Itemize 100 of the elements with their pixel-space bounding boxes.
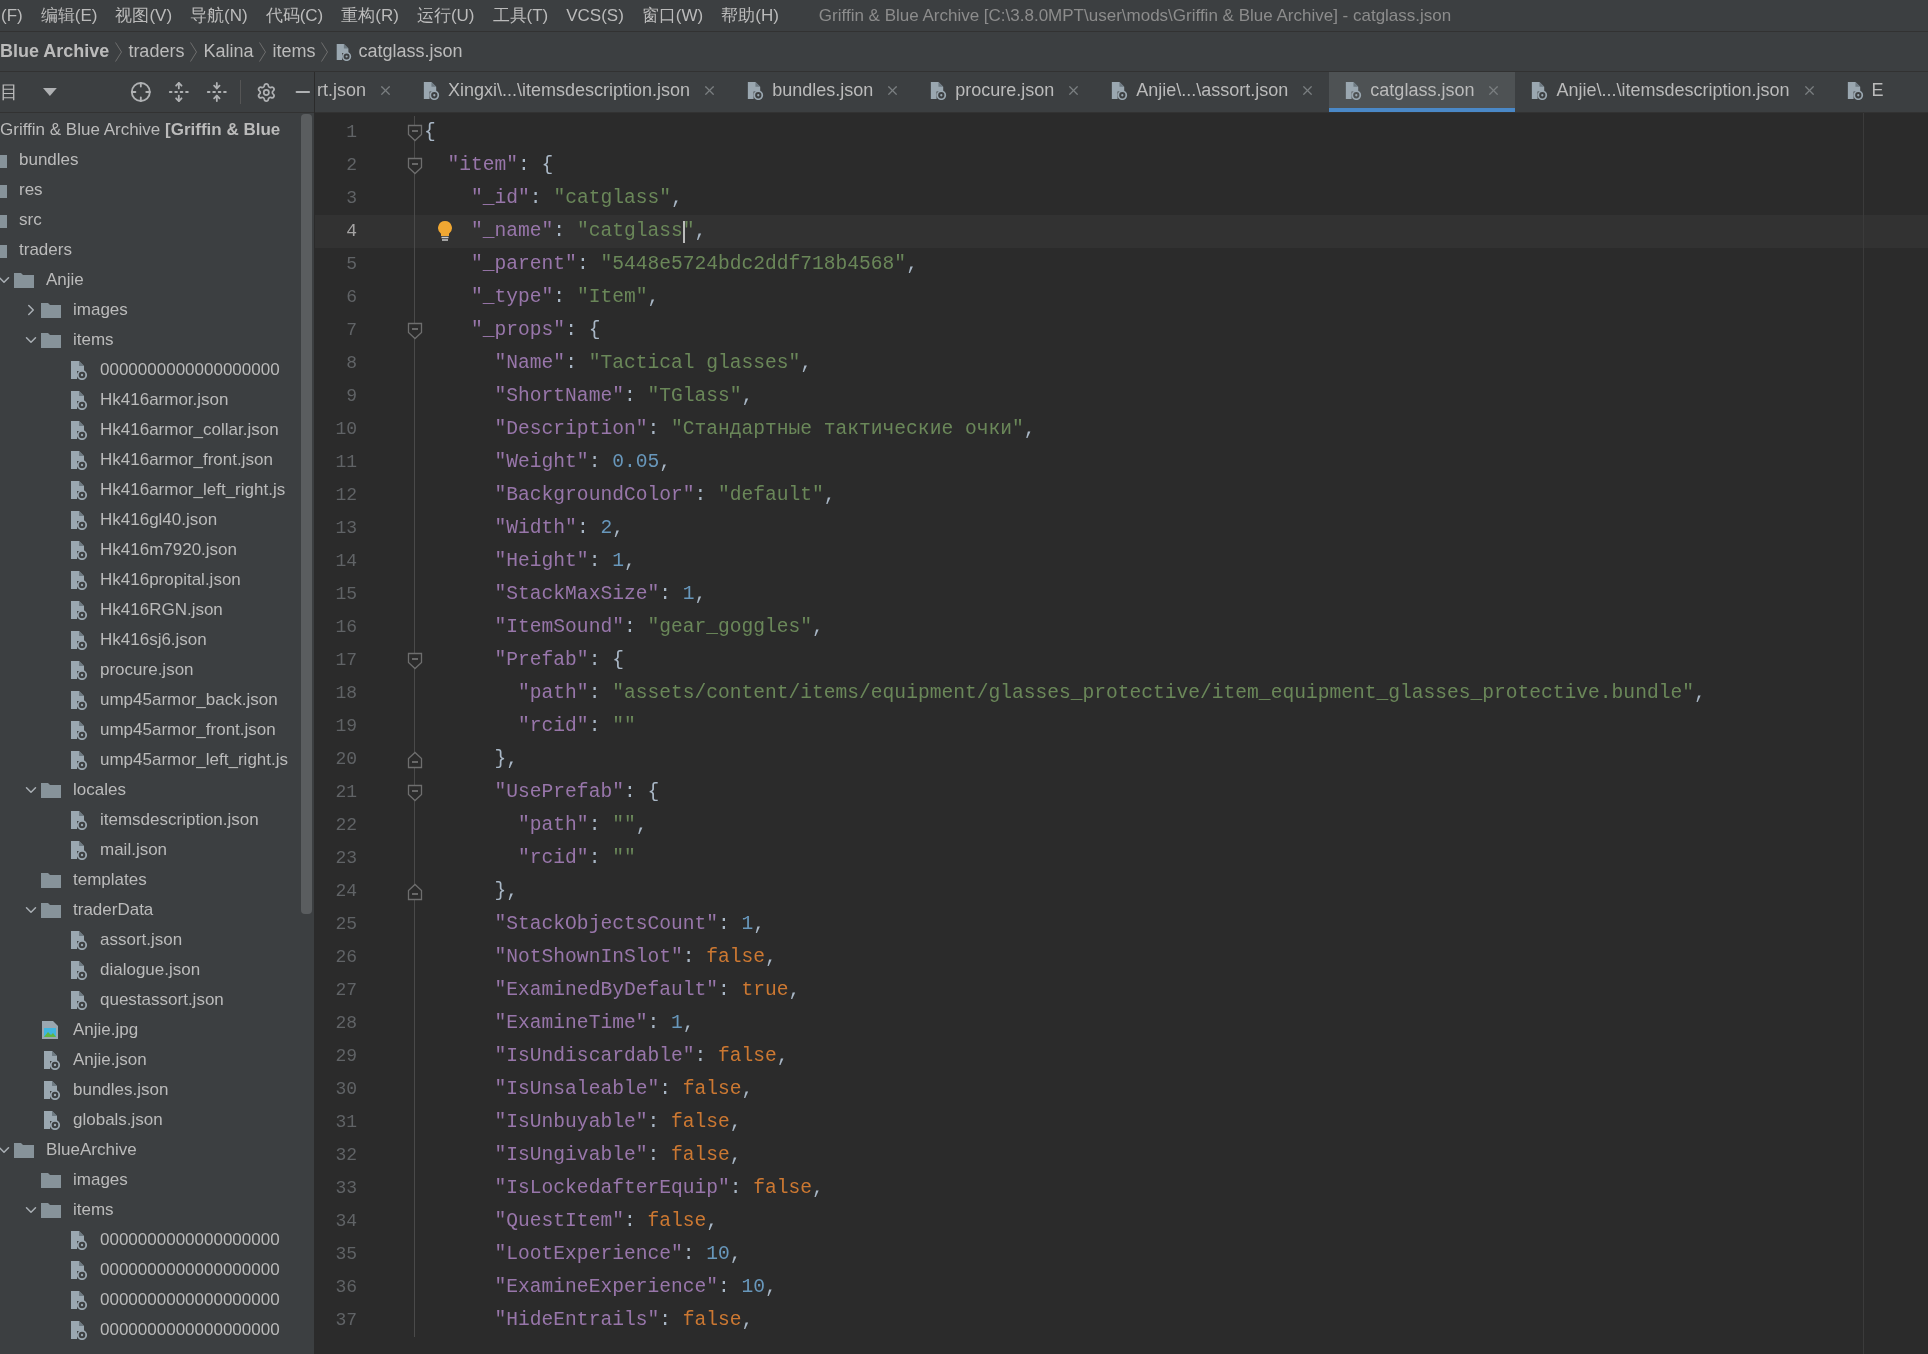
- file-name[interactable]: procure.json: [94, 657, 194, 683]
- file-name[interactable]: 0000000000000000000: [94, 357, 280, 383]
- file-name[interactable]: Anjie.jpg: [67, 1017, 139, 1043]
- file-icon: [68, 930, 88, 950]
- code-line: "ExaminedByDefault": true,: [494, 977, 801, 1003]
- folder-name[interactable]: images: [67, 297, 128, 323]
- file-icon: [68, 600, 88, 620]
- fold-marker-icon[interactable]: [407, 882, 423, 901]
- code-line: "StackMaxSize": 1,: [494, 581, 707, 607]
- folder-name[interactable]: src: [13, 207, 42, 233]
- breadcrumb-item[interactable]: catglass.json: [358, 38, 463, 65]
- folder-name[interactable]: BlueArchive: [40, 1137, 137, 1163]
- file-name[interactable]: Anjie.json: [67, 1047, 147, 1073]
- editor-tab[interactable]: rt.json: [315, 72, 408, 112]
- file-name[interactable]: Hk416armor_left_right.js: [94, 477, 286, 503]
- folder-name[interactable]: locales: [67, 777, 126, 803]
- fold-marker-icon[interactable]: [407, 750, 423, 769]
- editor-tab[interactable]: catglass.json: [1329, 72, 1516, 112]
- breadcrumb-item[interactable]: traders: [128, 38, 185, 65]
- file-name[interactable]: Hk416sj6.json: [94, 627, 207, 653]
- project-name[interactable]: Griffin & Blue Archive [Griffin & Blue: [0, 117, 281, 143]
- line-number: 8: [345, 352, 357, 375]
- editor-tab[interactable]: bundles.json: [731, 72, 915, 112]
- editor-tab[interactable]: Anjie\...\itemsdescription.json: [1515, 72, 1831, 112]
- file-icon: [41, 1110, 61, 1130]
- file-name[interactable]: Hk416propital.json: [94, 567, 241, 593]
- folder-name[interactable]: items: [67, 1197, 114, 1223]
- file-icon: [68, 690, 88, 710]
- editor-tab[interactable]: Xingxi\...\itemsdescription.json: [407, 72, 732, 112]
- panel-title[interactable]: 目: [0, 78, 18, 106]
- menu-item[interactable]: (F): [1, 2, 23, 29]
- file-name[interactable]: assort.json: [94, 927, 183, 953]
- line-number: 4: [345, 220, 357, 243]
- fold-marker-icon[interactable]: [407, 123, 423, 142]
- folder-name[interactable]: Anjie: [40, 267, 84, 293]
- file-name[interactable]: questassort.json: [94, 987, 224, 1013]
- separator-chevron-icon: [259, 41, 267, 62]
- fold-marker-icon[interactable]: [407, 651, 423, 670]
- code-line: "path": "",: [518, 812, 648, 838]
- folder-name[interactable]: traders: [13, 237, 72, 263]
- menu-item[interactable]: 代码(C): [265, 2, 324, 29]
- file-name[interactable]: Hk416RGN.json: [94, 597, 223, 623]
- file-name[interactable]: itemsdescription.json: [94, 807, 259, 833]
- file-name[interactable]: ump45armor_left_right.js: [94, 747, 289, 773]
- fold-marker-icon[interactable]: [407, 783, 423, 802]
- breadcrumb-item[interactable]: items: [272, 38, 316, 65]
- file-name[interactable]: Hk416armor_collar.json: [94, 417, 279, 443]
- menu-item[interactable]: 视图(V): [115, 2, 173, 29]
- file-name[interactable]: ump45armor_front.json: [94, 717, 276, 743]
- menu-item[interactable]: 运行(U): [416, 2, 475, 29]
- file-name[interactable]: Hk416gl40.json: [94, 507, 218, 533]
- scrollbar-thumb[interactable]: [301, 114, 312, 914]
- dropdown-caret-icon[interactable]: [43, 88, 57, 96]
- folder-name[interactable]: templates: [67, 867, 147, 893]
- line-number: 34: [334, 1210, 357, 1233]
- folder-name[interactable]: bundles: [13, 147, 79, 173]
- editor-tab[interactable]: Anjie\...\assort.json: [1095, 72, 1330, 112]
- file-icon: [68, 990, 88, 1010]
- editor-tab[interactable]: procure.json: [914, 72, 1096, 112]
- folder-name[interactable]: res: [13, 177, 43, 203]
- menu-item[interactable]: VCS(S): [566, 2, 624, 29]
- expand-all-icon[interactable]: [168, 81, 191, 103]
- file-name[interactable]: 0000000000000000000: [94, 1287, 280, 1313]
- file-name[interactable]: Hk416armor.json: [94, 387, 229, 413]
- menu-item[interactable]: 导航(N): [190, 2, 248, 29]
- line-number: 25: [334, 913, 357, 936]
- folder-name[interactable]: items: [67, 327, 114, 353]
- file-name[interactable]: 0000000000000000000: [94, 1317, 280, 1343]
- fold-marker-icon[interactable]: [407, 321, 423, 340]
- locate-icon[interactable]: [129, 81, 152, 103]
- file-name[interactable]: 0000000000000000000: [94, 1257, 280, 1283]
- line-number: 22: [334, 814, 357, 837]
- menu-item[interactable]: 帮助(H): [721, 2, 779, 29]
- fold-marker-icon[interactable]: [407, 156, 423, 175]
- menu-item[interactable]: 工具(T): [492, 2, 549, 29]
- settings-icon[interactable]: [255, 81, 277, 103]
- file-name[interactable]: mail.json: [94, 837, 168, 863]
- menu-item[interactable]: 窗口(W): [641, 2, 704, 29]
- file-name[interactable]: Hk416armor_front.json: [94, 447, 273, 473]
- editor-tab[interactable]: E: [1830, 72, 1898, 112]
- file-name[interactable]: bundles.json: [67, 1077, 169, 1103]
- file-icon: [68, 510, 88, 530]
- folder-name[interactable]: images: [67, 1167, 128, 1193]
- menu-item[interactable]: 编辑(E): [40, 2, 98, 29]
- file-icon: [68, 360, 88, 380]
- file-name[interactable]: dialogue.json: [94, 957, 201, 983]
- menu-item[interactable]: 重构(R): [341, 2, 399, 29]
- breadcrumb-item[interactable]: Kalina: [203, 38, 254, 65]
- file-name[interactable]: globals.json: [67, 1107, 163, 1133]
- file-name[interactable]: 0000000000000000000: [94, 1227, 280, 1253]
- file-name[interactable]: Hk416m7920.json: [94, 537, 238, 563]
- folder-name[interactable]: traderData: [67, 897, 154, 923]
- file-icon: [68, 450, 88, 470]
- breadcrumb-item[interactable]: Blue Archive: [0, 38, 110, 65]
- code-line: "_parent": "5448e5724bdc2ddf718b4568",: [471, 251, 918, 277]
- line-number: 32: [334, 1144, 357, 1167]
- collapse-all-icon[interactable]: [206, 81, 228, 103]
- folder-icon: [14, 1142, 34, 1158]
- lightbulb-icon[interactable]: [437, 220, 453, 242]
- file-name[interactable]: ump45armor_back.json: [94, 687, 278, 713]
